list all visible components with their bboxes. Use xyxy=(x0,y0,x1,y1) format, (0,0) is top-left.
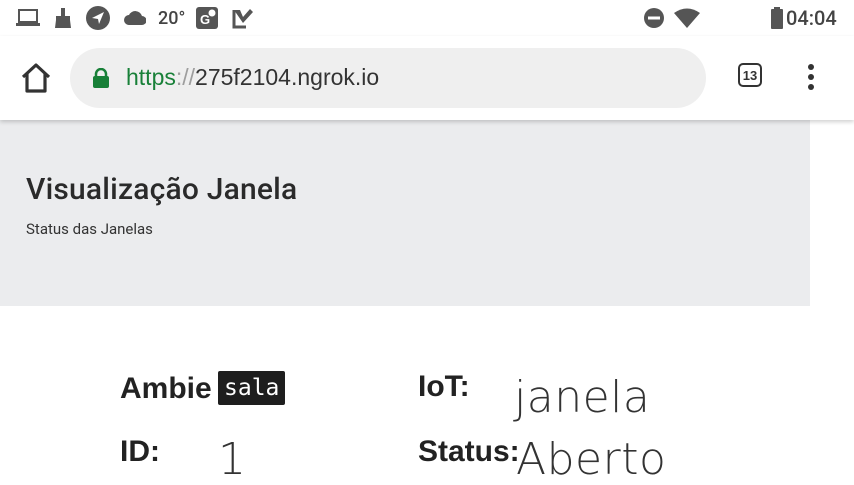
temperature-text: 20° xyxy=(158,7,186,29)
iot-label: IoT: xyxy=(418,370,470,403)
url-scheme: https xyxy=(126,64,176,90)
page-subtitle: Status das Janelas xyxy=(26,220,153,238)
page-title: Visualização Janela xyxy=(26,172,298,207)
tab-switcher-button[interactable]: 13 xyxy=(738,63,762,87)
laptop-icon xyxy=(16,8,40,28)
battery-icon xyxy=(771,7,783,29)
task-check-icon xyxy=(232,8,254,29)
lock-icon xyxy=(92,67,110,88)
svg-text:G: G xyxy=(200,12,210,27)
page-header: Visualização Janela Status das Janelas xyxy=(0,120,810,306)
maps-icon: G xyxy=(196,7,218,29)
cloud-icon xyxy=(124,8,146,28)
id-value: 1 xyxy=(218,434,247,485)
do-not-disturb-icon xyxy=(644,8,664,28)
browser-toolbar: https://275f2104.ngrok.io 13 xyxy=(0,36,854,120)
home-icon xyxy=(21,63,51,93)
url-text: https://275f2104.ngrok.io xyxy=(126,62,379,92)
status-bar: 20° G 04:04 xyxy=(0,0,854,36)
cleaner-icon xyxy=(54,8,72,28)
ambiente-value: sala xyxy=(218,371,286,405)
overflow-menu-button[interactable] xyxy=(800,60,822,94)
navigation-icon xyxy=(86,6,110,30)
url-host: 275f2104.ngrok.io xyxy=(195,64,380,90)
clock-time: 04:04 xyxy=(786,6,837,30)
wifi-icon xyxy=(674,8,700,28)
url-bar[interactable]: https://275f2104.ngrok.io xyxy=(70,48,706,108)
iot-value: janela xyxy=(514,372,651,423)
id-label: ID: xyxy=(120,435,160,468)
status-value: Aberto xyxy=(516,434,667,485)
home-button[interactable] xyxy=(18,62,54,94)
url-separator: :// xyxy=(175,64,196,90)
status-label: Status: xyxy=(418,435,520,468)
ambiente-label: Ambie xyxy=(120,372,212,405)
